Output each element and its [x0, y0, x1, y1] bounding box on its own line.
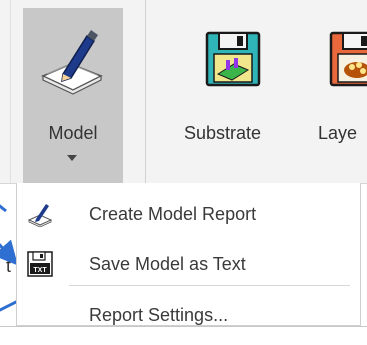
substrate-button-label: Substrate — [184, 123, 262, 143]
menu-item-create-model-report[interactable]: Create Model Report — [17, 195, 360, 233]
layer-floppy-icon — [329, 31, 367, 87]
menu-item-save-model-as-text[interactable]: TXT Save Model as Text — [17, 245, 360, 283]
group-separator — [145, 0, 146, 183]
chevron-down-icon — [67, 155, 77, 161]
model-button-label: Model — [48, 123, 98, 143]
ribbon-left-edge — [0, 0, 11, 183]
substrate-button[interactable]: Substrate — [178, 0, 288, 183]
layer-button[interactable]: Laye — [318, 0, 367, 183]
create-report-icon — [27, 204, 53, 227]
menu-item-label: Save Model as Text — [89, 254, 246, 274]
ribbon: Model Substrate Laye — [0, 0, 367, 184]
layer-button-label: Laye — [318, 123, 358, 143]
menu-item-report-settings[interactable]: Report Settings... — [17, 296, 360, 334]
save-text-icon: TXT — [27, 251, 53, 277]
model-report-icon — [41, 30, 103, 95]
menu-separator — [69, 285, 350, 286]
menu-item-label: Report Settings... — [89, 305, 229, 325]
menu-item-label: Create Model Report — [89, 204, 257, 224]
window-bottom-edge — [0, 326, 367, 327]
model-dropdown-menu: Create Model Report TXT Save Model as Te… — [16, 183, 361, 326]
model-button[interactable]: Model — [23, 8, 123, 183]
substrate-floppy-icon — [205, 31, 261, 87]
svg-text:TXT: TXT — [33, 267, 47, 274]
